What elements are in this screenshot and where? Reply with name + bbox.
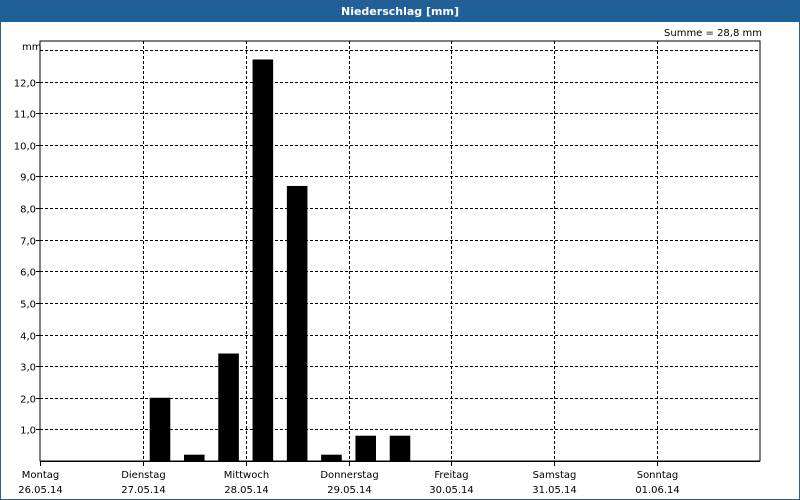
- x-tick-label-day: Montag: [22, 470, 59, 481]
- x-tick-label-date: 31.05.14: [532, 485, 577, 496]
- y-tick-label: 1,0: [20, 426, 36, 437]
- bar: [218, 353, 239, 461]
- bar: [389, 435, 411, 461]
- bar: [184, 454, 205, 461]
- y-tick-label: 5,0: [20, 300, 36, 311]
- y-tick-label: 10,0: [14, 142, 36, 153]
- bar: [252, 59, 274, 461]
- y-tick-label: 8,0: [20, 205, 36, 216]
- y-tick-label: 2,0: [20, 395, 36, 406]
- bar: [321, 454, 342, 461]
- y-tick-label: 3,0: [20, 363, 36, 374]
- x-tick-label-date: 30.05.14: [429, 485, 474, 496]
- grid: [40, 41, 760, 461]
- x-tick-label-day: Dienstag: [121, 470, 166, 481]
- y-tick-label: 4,0: [20, 332, 36, 343]
- axes: mm: [22, 40, 761, 466]
- bars: [149, 59, 411, 461]
- y-tick-label: 12,0: [14, 79, 36, 90]
- bar: [149, 397, 171, 461]
- x-tick-label-day: Freitag: [434, 470, 468, 481]
- y-tick-label: 7,0: [20, 237, 36, 248]
- x-tick-label-day: Sonntag: [637, 470, 679, 481]
- x-tick-label-day: Mittwoch: [224, 470, 269, 481]
- precipitation-chart: mm 1,0 2,0 3,0 4,0 5,0 6,0 7,0 8,0 9,0 10,0 11,0 12…: [14, 40, 761, 497]
- y-tick-label: 9,0: [20, 173, 36, 184]
- y-axis-label: mm: [22, 42, 41, 53]
- x-tick-label-date: 28.05.14: [224, 485, 269, 496]
- bar: [355, 435, 377, 461]
- x-tick-label-day: Samstag: [533, 470, 577, 481]
- x-tick-label-date: 29.05.14: [327, 485, 372, 496]
- x-tick-label-date: 26.05.14: [18, 485, 63, 496]
- tick-labels: 1,0 2,0 3,0 4,0 5,0 6,0 7,0 8,0 9,0 10,0 11,0 12,0 M…: [14, 79, 680, 497]
- y-tick-label: 11,0: [14, 110, 36, 121]
- x-tick-label-date: 27.05.14: [121, 485, 166, 496]
- x-tick-label-day: Donnerstag: [320, 470, 378, 481]
- bar: [286, 185, 308, 461]
- y-tick-label: 6,0: [20, 268, 36, 279]
- x-tick-label-date: 01.06.14: [635, 485, 680, 496]
